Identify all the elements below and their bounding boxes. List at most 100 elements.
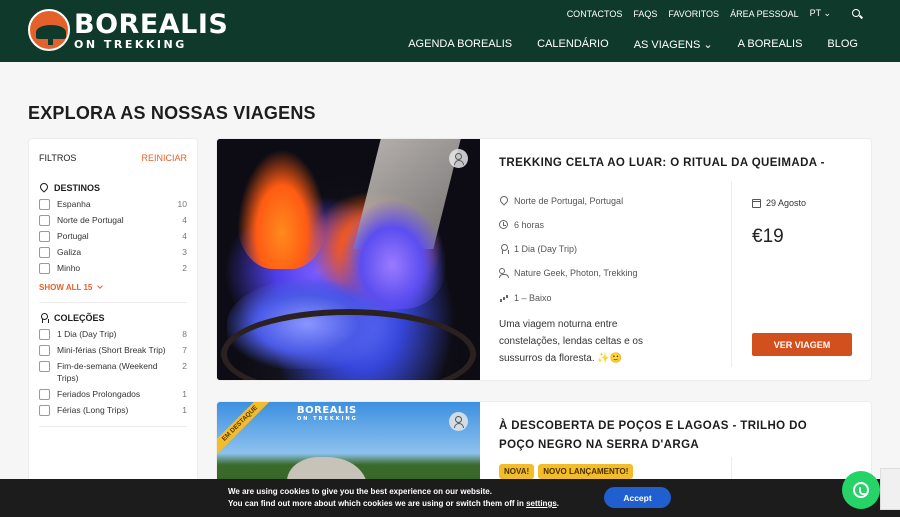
show-all-label: SHOW ALL 15 [39,283,93,292]
checkbox[interactable] [39,215,50,226]
brand-logo[interactable]: BOREALIS ON TREKKING [28,9,228,51]
checkbox[interactable] [39,329,50,340]
divider [39,302,187,303]
checkbox[interactable] [39,231,50,242]
trip-duration-text: 6 horas [514,220,545,230]
favorite-user-icon[interactable] [449,149,468,168]
filter-option[interactable]: Feriados Prolongados 1 [39,388,187,400]
cookie-line-2-text: You can find out more about which cookie… [228,499,527,508]
checkbox[interactable] [39,405,50,416]
ver-viagem-button[interactable]: VER VIAGEM [752,333,852,356]
whatsapp-icon [853,482,869,498]
nav-blog[interactable]: BLOG [827,38,858,51]
nav-as-viagens-label: AS VIAGENS [633,39,701,51]
filter-count: 1 [182,389,187,399]
trip-types-text: Nature Geek, Photon, Trekking [514,268,638,278]
show-all-destinos-link[interactable]: SHOW ALL 15 [39,283,187,292]
trip-card[interactable]: TREKKING CELTA AO LUAR: O RITUAL DA QUEI… [216,138,872,381]
filter-option[interactable]: Norte de Portugal 4 [39,214,187,226]
cookie-settings-link[interactable]: settings [526,499,557,508]
trip-location: Norte de Portugal, Portugal [499,196,623,206]
nav-a-borealis[interactable]: A BOREALIS [738,38,803,51]
topnav-area-pessoal[interactable]: ÁREA PESSOAL [730,9,799,19]
filter-label: Portugal [57,231,89,241]
accept-cookies-button[interactable]: Accept [604,487,671,508]
nav-agenda-borealis[interactable]: AGENDA BOREALIS [408,38,512,51]
filter-label: Férias (Long Trips) [57,405,129,415]
checkbox[interactable] [39,389,50,400]
trip-collection-text: 1 Dia (Day Trip) [514,244,578,254]
trip-level: 1 – Baixo [499,293,552,303]
filter-option[interactable]: Fim-de-semana (Weekend Trips) 2 [39,360,187,384]
destinos-heading: DESTINOS [39,183,187,193]
filter-count: 2 [182,263,187,273]
filter-count: 10 [177,199,187,209]
filter-option[interactable]: 1 Dia (Day Trip) 8 [39,328,187,340]
cookie-line-2: You can find out more about which cookie… [228,498,559,510]
site-header: BOREALIS ON TREKKING CONTACTOS FAQS FAVO… [0,0,900,62]
reset-filters-link[interactable]: REINICIAR [141,153,187,163]
map-pin-icon [499,196,509,206]
language-label: PT [809,8,821,18]
trip-tags: NOVA! NOVO LANÇAMENTO! [499,464,634,479]
whatsapp-button[interactable] [842,471,880,509]
language-selector[interactable]: PT ⌄ [810,8,831,19]
checkbox[interactable] [39,247,50,258]
checkbox[interactable] [39,345,50,356]
filter-label: 1 Dia (Day Trip) [57,329,117,339]
filter-label: Norte de Portugal [57,215,124,225]
filter-label: Mini-férias (Short Break Trip) [57,345,166,355]
favorite-user-icon[interactable] [449,412,468,431]
filter-option[interactable]: Minho 2 [39,262,187,274]
filter-count: 3 [182,247,187,257]
map-pin-icon [39,183,49,193]
trip-date: 29 Agosto [752,198,806,208]
checkbox[interactable] [39,361,50,372]
search-icon[interactable] [852,8,862,19]
trip-title[interactable]: À DESCOBERTA DE POÇOS E LAGOAS - TRILHO … [499,417,839,455]
filter-option[interactable]: Espanha 10 [39,198,187,210]
trip-duration: 6 horas [499,220,544,230]
tag-badge: NOVO LANÇAMENTO! [538,464,634,479]
filters-title: FILTROS [39,153,77,163]
checkbox[interactable] [39,263,50,274]
checkbox[interactable] [39,199,50,210]
filter-count: 7 [182,345,187,355]
trip-location-text: Norte de Portugal, Portugal [514,196,624,206]
filter-label: Espanha [57,199,91,209]
filter-count: 2 [182,361,187,371]
clock-icon [499,220,509,230]
divider [731,181,732,367]
filter-count: 4 [182,231,187,241]
calendar-icon [752,198,761,208]
trip-image[interactable] [217,139,480,380]
topnav-contactos[interactable]: CONTACTOS [567,9,623,19]
filter-label: Feriados Prolongados [57,389,141,399]
topnav-favoritos[interactable]: FAVORITOS [668,9,719,19]
image-brand-logo: BOREALIS ON TREKKING [297,405,358,422]
image-brand-name: BOREALIS [297,405,357,416]
filter-option[interactable]: Mini-férias (Short Break Trip) 7 [39,344,187,356]
cookie-message: We are using cookies to give you the bes… [228,486,559,510]
filter-option[interactable]: Portugal 4 [39,230,187,242]
colecoes-heading: COLEÇÕES [39,313,187,323]
chevron-down-icon: ⌄ [703,39,713,51]
filters-sidebar: FILTROS REINICIAR DESTINOS Espanha 10 Nor… [28,138,198,517]
filter-count: 8 [182,329,187,339]
top-utility-nav: CONTACTOS FAQS FAVORITOS ÁREA PESSOAL PT… [567,8,862,19]
nav-calendario[interactable]: CALENDÁRIO [537,38,609,51]
filter-option[interactable]: Galiza 3 [39,246,187,258]
featured-ribbon: EM DESTAQUE [217,402,276,460]
divider [39,426,187,427]
nav-as-viagens[interactable]: AS VIAGENS ⌄ [634,38,713,51]
recaptcha-badge [880,468,900,510]
cookie-line-1: We are using cookies to give you the bes… [228,487,492,496]
signal-bars-icon [499,293,509,303]
trip-title[interactable]: TREKKING CELTA AO LUAR: O RITUAL DA QUEI… [499,154,839,173]
trip-date-text: 29 Agosto [766,198,807,208]
filter-option[interactable]: Férias (Long Trips) 1 [39,404,187,416]
trip-description: Uma viagem noturna entre constelações, l… [499,319,643,364]
tag-badge: NOVA! [499,464,535,479]
chevron-down-icon [97,283,104,289]
topnav-faqs[interactable]: FAQS [633,9,657,19]
